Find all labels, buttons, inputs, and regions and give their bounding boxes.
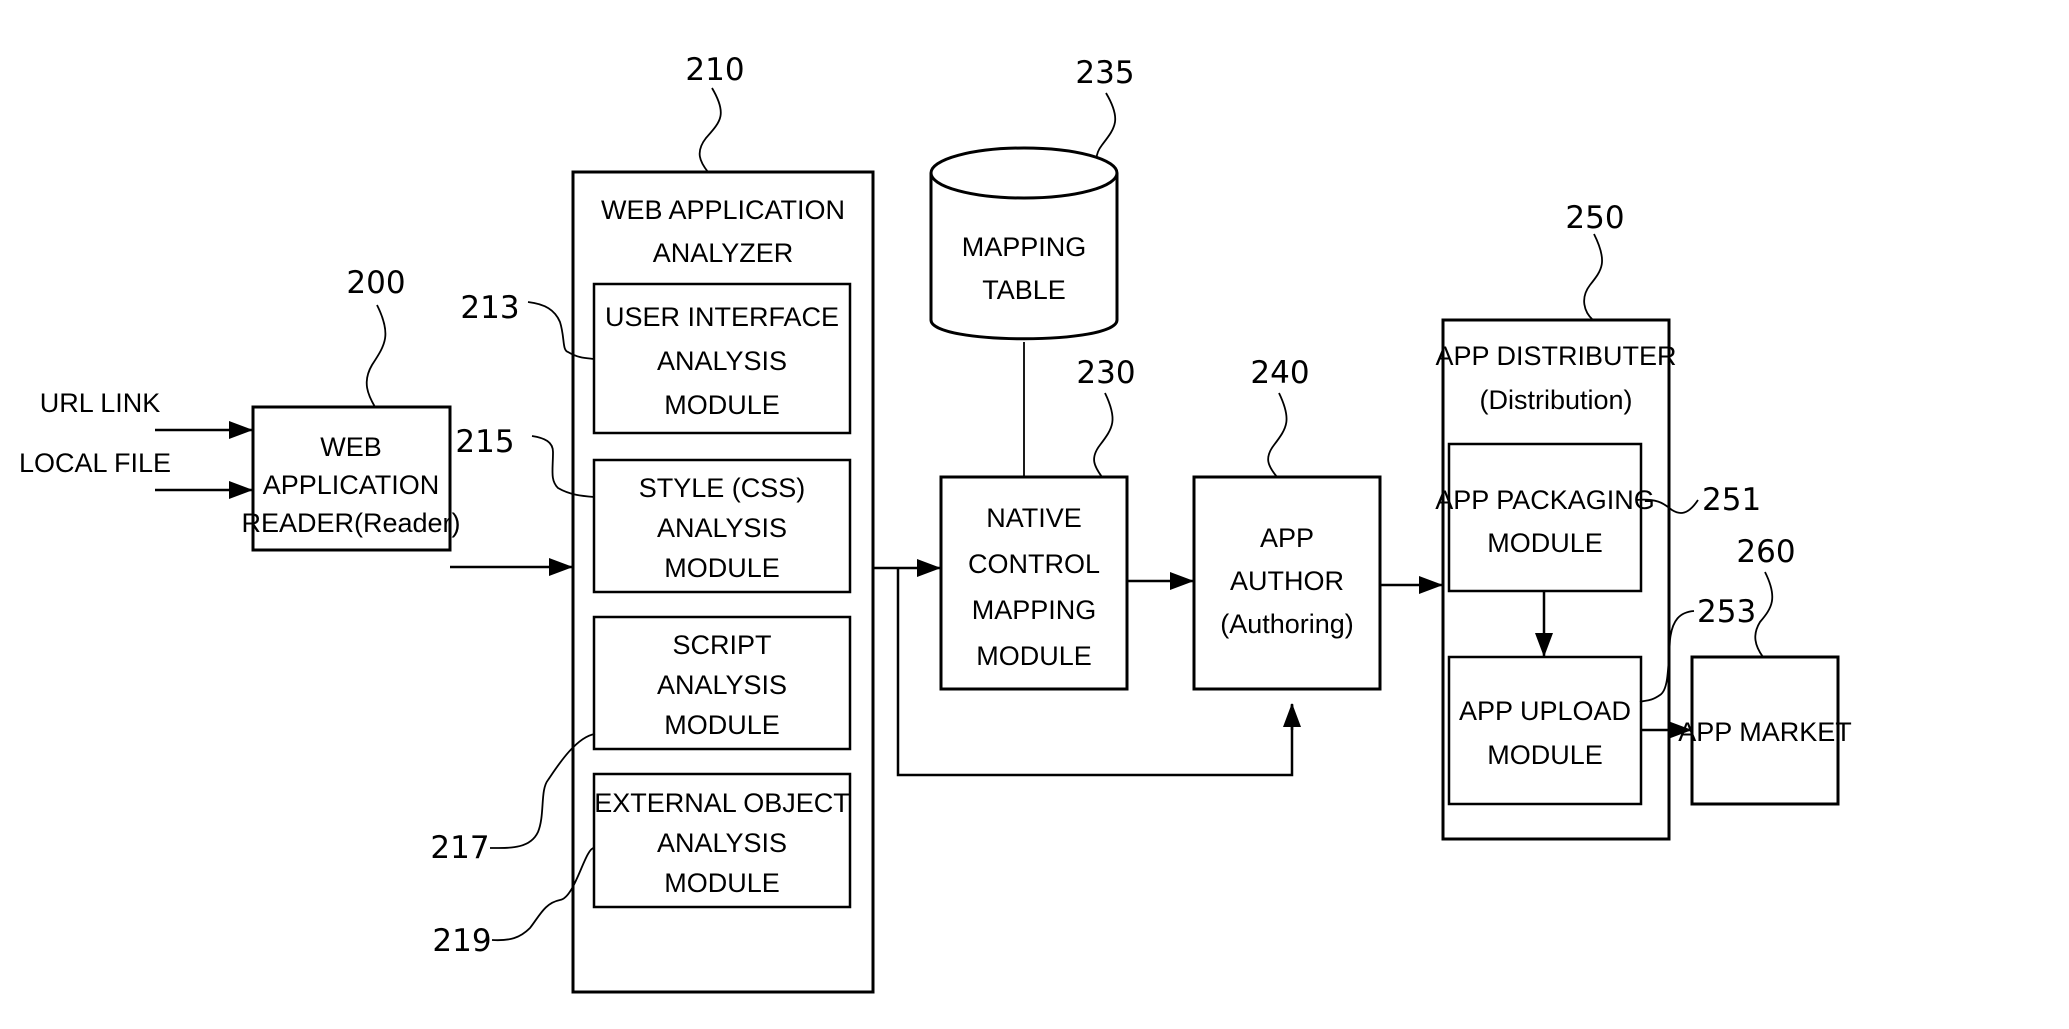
app-author-line-3: (Authoring)	[1220, 609, 1354, 639]
script-analysis-line-1: SCRIPT	[672, 630, 771, 660]
ui-analysis-line-1: USER INTERFACE	[605, 302, 839, 332]
native-control-line-2: CONTROL	[968, 549, 1100, 579]
app-market: 260 APP MARKET	[1678, 534, 1852, 806]
block-diagram: URL LINK LOCAL FILE 200 WEB APPLICATION …	[19, 52, 1852, 994]
upload-box	[1447, 655, 1643, 806]
input-local-file: LOCAL FILE	[19, 448, 253, 499]
leader-210	[698, 87, 722, 173]
ref-217: 217	[430, 830, 489, 866]
style-analysis-line-3: MODULE	[664, 553, 780, 583]
ref-260: 260	[1736, 534, 1795, 570]
ref-213: 213	[460, 290, 519, 326]
analyzer-title-2: ANALYZER	[653, 238, 794, 268]
native-control-line-3: MAPPING	[972, 595, 1097, 625]
ref-251: 251	[1702, 482, 1761, 518]
input-url-link: URL LINK	[40, 388, 253, 439]
upload-line-1: APP UPLOAD	[1459, 696, 1631, 726]
leader-200	[365, 304, 387, 408]
ref-215: 215	[455, 424, 514, 460]
external-object-line-3: MODULE	[664, 868, 780, 898]
mapping-table-line-2: TABLE	[982, 275, 1066, 305]
app-author-line-2: AUTHOR	[1230, 566, 1344, 596]
style-analysis-line-1: STYLE (CSS)	[639, 473, 806, 503]
ref-219: 219	[432, 923, 491, 959]
leader-260	[1754, 571, 1774, 658]
native-control-line-4: MODULE	[976, 641, 1092, 671]
ui-analysis-line-3: MODULE	[664, 390, 780, 420]
packaging-line-2: MODULE	[1487, 528, 1603, 558]
leader-230	[1093, 392, 1114, 478]
url-link-label: URL LINK	[40, 388, 161, 418]
local-file-label: LOCAL FILE	[19, 448, 171, 478]
mapping-table-line-1: MAPPING	[962, 232, 1087, 262]
ref-240: 240	[1250, 355, 1309, 391]
script-analysis-line-3: MODULE	[664, 710, 780, 740]
distributer-title-1: APP DISTRIBUTER	[1435, 341, 1676, 371]
distributer-title-2: (Distribution)	[1479, 385, 1632, 415]
reader-line-1: WEB	[320, 432, 382, 462]
app-packaging-module: APP PACKAGING MODULE 251	[1435, 442, 1761, 593]
analyzer-title-1: WEB APPLICATION	[601, 195, 845, 225]
leader-240	[1267, 392, 1288, 478]
app-author: 240 APP AUTHOR (Authoring)	[1192, 355, 1382, 691]
web-application-analyzer: 210 WEB APPLICATION ANALYZER USER INTERF…	[430, 52, 875, 994]
ui-analysis-line-2: ANALYSIS	[657, 346, 787, 376]
web-application-reader: 200 WEB APPLICATION READER(Reader)	[241, 265, 461, 552]
reader-line-2: APPLICATION	[263, 470, 440, 500]
packaging-box	[1447, 442, 1643, 593]
native-control-mapping-module: 230 NATIVE CONTROL MAPPING MODULE	[939, 355, 1136, 691]
packaging-line-1: APP PACKAGING	[1435, 485, 1655, 515]
ref-200: 200	[346, 265, 405, 301]
style-analysis-line-2: ANALYSIS	[657, 513, 787, 543]
ref-250: 250	[1565, 200, 1624, 236]
ref-253: 253	[1697, 594, 1756, 630]
app-market-label: APP MARKET	[1678, 717, 1852, 747]
script-analysis-line-2: ANALYSIS	[657, 670, 787, 700]
ui-analysis-module: USER INTERFACE ANALYSIS MODULE 213	[460, 282, 852, 435]
mapping-table-db: 235 MAPPING TABLE	[929, 55, 1135, 341]
leader-250	[1583, 233, 1603, 321]
ref-235: 235	[1075, 55, 1134, 91]
app-author-line-1: APP	[1260, 523, 1314, 553]
upload-line-2: MODULE	[1487, 740, 1603, 770]
mapping-table-top	[929, 146, 1119, 200]
ref-230: 230	[1076, 355, 1135, 391]
external-object-line-1: EXTERNAL OBJECT	[594, 788, 850, 818]
reader-line-3: READER(Reader)	[241, 508, 460, 538]
external-object-line-2: ANALYSIS	[657, 828, 787, 858]
ref-210: 210	[685, 52, 744, 88]
native-control-line-1: NATIVE	[986, 503, 1082, 533]
